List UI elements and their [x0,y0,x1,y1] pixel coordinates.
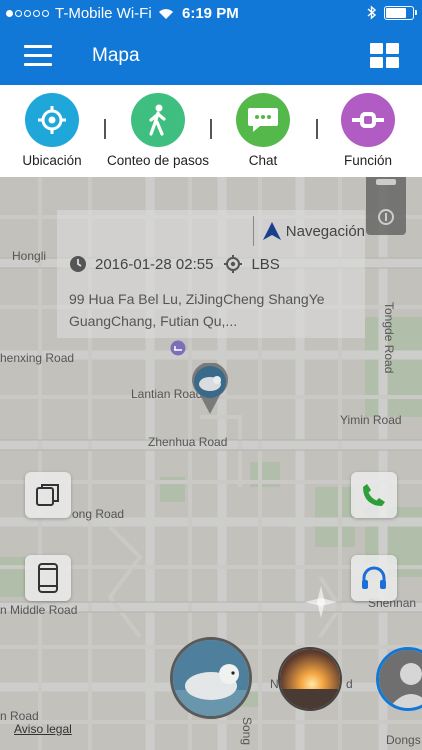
chat-label: Chat [248,153,278,168]
listen-button[interactable] [351,555,397,601]
device-avatar-sunset[interactable] [278,647,342,711]
call-button[interactable] [351,472,397,518]
wifi-icon [158,8,173,19]
page-title: Mapa [92,45,140,66]
grid-icon[interactable] [370,43,400,69]
function-label: Función [343,153,393,168]
walking-person-icon [131,93,185,147]
step-count-button[interactable]: Conteo de pasos [103,93,213,168]
clock-icon [70,256,86,272]
map-view[interactable]: Hongli Tongde Road henxing Road Lantian … [0,177,422,750]
legal-notice-link[interactable]: Aviso legal [14,722,72,736]
navigation-label: Navegación [285,222,365,240]
navigation-arrow-icon [262,222,281,240]
phone-device-button[interactable] [25,555,71,601]
map-layer-control[interactable] [366,177,406,235]
locate-crosshair-icon [25,93,79,147]
function-button[interactable]: Función [313,93,422,168]
compass-icon[interactable] [304,585,338,619]
copy-icon [36,484,59,506]
signal-strength-icon [6,10,49,17]
seal-avatar-pin-icon [192,362,228,414]
chat-button[interactable]: Chat [208,93,318,168]
device-avatar-seal[interactable] [170,637,252,719]
user-silhouette-icon [379,650,422,708]
carrier-name: T-Mobile Wi-Fi [55,5,152,22]
bluetooth-icon [367,5,376,20]
battery-icon [384,5,417,20]
clock: 6:19 PM [182,5,239,22]
poi-marker-icon [170,340,186,356]
location-info-card: Navegación 2016-01-28 02:55 LBS 99 Hua F… [57,210,365,338]
app-bar: Mapa [0,28,422,85]
hamburger-menu-icon[interactable] [24,45,52,67]
chat-bubble-icon [236,93,290,147]
step-count-label: Conteo de pasos [106,153,210,168]
location-label: Ubicación [22,153,82,168]
band-icon [341,93,395,147]
location-type: LBS [251,255,280,273]
crosshair-icon [224,255,243,273]
location-datetime: 2016-01-28 02:55 [95,255,214,273]
copy-button[interactable] [25,472,71,518]
function-row: Ubicación Conteo de pasos Chat Función [0,85,422,177]
location-address: 99 Hua Fa Bel Lu, ZiJingCheng ShangYe Gu… [69,291,325,329]
status-bar: T-Mobile Wi-Fi 6:19 PM [0,0,422,28]
smartphone-icon [38,563,58,593]
device-location-pin[interactable] [190,362,230,415]
phone-icon [363,484,385,506]
headphones-icon [362,566,386,589]
navigation-button[interactable]: Navegación [252,216,365,246]
location-button[interactable]: Ubicación [0,93,107,168]
